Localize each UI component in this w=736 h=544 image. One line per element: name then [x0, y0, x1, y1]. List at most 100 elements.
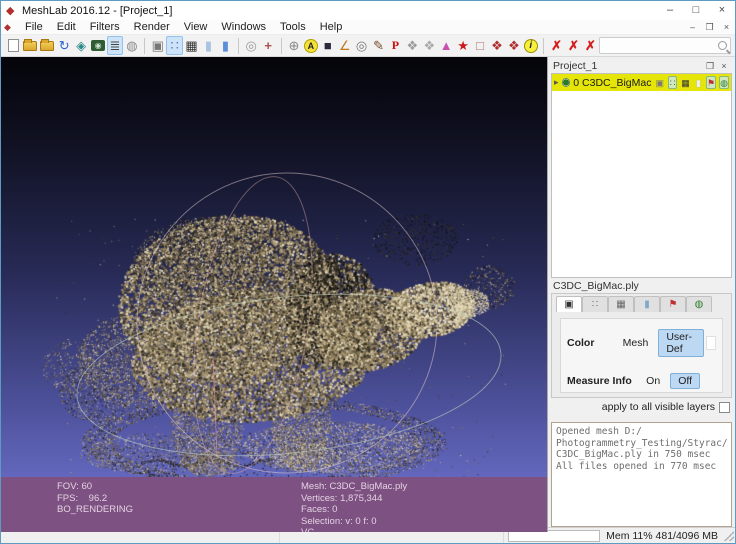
mdi-window-buttons: – ❐ × — [684, 21, 735, 34]
layer-index: 0 — [573, 76, 580, 89]
color-userdef-button[interactable]: User-Def — [658, 329, 704, 357]
project-panel-header: Project_1 ❐ × — [551, 59, 732, 73]
color-setting-row: Color Mesh User-Def — [567, 329, 716, 357]
apply-all-layers-checkbox[interactable] — [719, 401, 730, 413]
new-project-icon[interactable] — [5, 36, 22, 55]
referencing-icon[interactable]: ★ — [455, 36, 472, 55]
search-icon — [718, 41, 728, 50]
tab-bbox[interactable]: ▣ — [556, 296, 582, 313]
main-toolbar: ↻ ◈ ◉ ≣ ◍ ▣ ∷ ▦ ▮ ▮ ◎ + ⊕ A ■ ∠ ◎ ✎ P ❖ … — [1, 35, 735, 57]
apply-all-layers-row: apply to all visible layers — [551, 398, 732, 416]
point-cloud-canvas[interactable] — [1, 57, 547, 532]
point-picking-icon[interactable]: ◎ — [353, 36, 370, 55]
zpainting-icon[interactable]: ✎ — [370, 36, 387, 55]
minimize-button[interactable]: – — [657, 2, 683, 20]
filter-search-input[interactable] — [598, 37, 732, 54]
measure-on-button[interactable]: On — [638, 373, 668, 389]
memory-usage-label: Mem 11% 481/4096 MB — [606, 529, 718, 542]
mdi-restore-button[interactable]: ❐ — [701, 21, 718, 34]
mdi-child-icon: ◆ — [4, 22, 11, 32]
light-icon[interactable]: A — [302, 36, 319, 55]
layer-color-toggle[interactable]: ⚑ — [706, 76, 717, 89]
import-mesh-icon[interactable] — [39, 36, 56, 55]
tab-wireframe[interactable]: ▦ — [608, 296, 634, 313]
measure-off-button[interactable]: Off — [670, 373, 700, 389]
axes-icon[interactable]: + — [260, 36, 277, 55]
color-swatch[interactable] — [705, 336, 716, 350]
info-icon[interactable]: i — [522, 36, 539, 55]
close-panel-icon[interactable]: × — [718, 61, 730, 71]
trackball-icon[interactable]: ⊕ — [285, 36, 302, 55]
manipulator-icon[interactable]: ❖ — [421, 36, 438, 55]
pickpoints-icon[interactable]: P — [387, 36, 404, 55]
color-mesh-button[interactable]: Mesh — [615, 335, 657, 351]
menu-view[interactable]: View — [177, 21, 215, 33]
layer-points-toggle[interactable]: ∷ — [668, 76, 678, 89]
delete-raster-icon[interactable]: ✗ — [582, 36, 599, 55]
layer-wireframe-toggle[interactable]: ▦ — [680, 76, 691, 89]
delete-current-mesh-icon[interactable]: ✗ — [548, 36, 565, 55]
mdi-minimize-button[interactable]: – — [684, 21, 701, 34]
tab-texture[interactable]: ◍ — [686, 296, 712, 313]
raster-mode-icon[interactable]: ◍ — [123, 36, 140, 55]
resize-grip-icon[interactable] — [724, 530, 734, 541]
title-bar: ◆ MeshLab 2016.12 - [Project_1] – □ × — [1, 1, 735, 20]
window-title: MeshLab 2016.12 - [Project_1] — [22, 4, 173, 17]
info-shape: i — [523, 38, 538, 53]
menu-file[interactable]: File — [18, 21, 50, 33]
flat-render-icon[interactable]: ▮ — [200, 36, 217, 55]
log-line: All files opened in 770 msec — [556, 460, 717, 472]
close-button[interactable]: × — [709, 2, 735, 20]
render-properties-body: Color Mesh User-Def Measure Info On Off — [551, 312, 732, 398]
wireframe-render-icon[interactable]: ▦ — [183, 36, 200, 55]
menu-tools[interactable]: Tools — [273, 21, 313, 33]
menu-render[interactable]: Render — [127, 21, 177, 33]
menu-help[interactable]: Help — [313, 21, 350, 33]
expand-chevron-icon[interactable]: ▸ — [554, 77, 559, 88]
pp-shape: P — [391, 38, 400, 52]
folder-shape — [23, 38, 38, 51]
render-properties-inner: Color Mesh User-Def Measure Info On Off — [560, 318, 723, 393]
snapshot-icon[interactable]: ◉ — [90, 36, 107, 55]
visibility-eye-icon[interactable] — [561, 78, 571, 87]
select-vertices-icon[interactable]: ❖ — [505, 36, 522, 55]
backface-icon[interactable]: ■ — [319, 36, 336, 55]
delete-all-meshes-icon[interactable]: ✗ — [565, 36, 582, 55]
tab-solid[interactable]: ▮ — [634, 296, 660, 313]
menu-filters[interactable]: Filters — [83, 21, 127, 33]
layer-list: ▸ 0 C3DC_BigMac ▣ ∷ ▦ ▮ ⚑ ◍ — [551, 73, 732, 278]
layer-bbox-toggle[interactable]: ▣ — [654, 76, 665, 89]
open-project-icon[interactable] — [22, 36, 39, 55]
vertex-select-icon[interactable]: ❖ — [404, 36, 421, 55]
maximize-button[interactable]: □ — [683, 2, 709, 20]
menu-edit[interactable]: Edit — [50, 21, 83, 33]
layer-row-c3dc-bigmac[interactable]: ▸ 0 C3DC_BigMac ▣ ∷ ▦ ▮ ⚑ ◍ — [552, 74, 731, 91]
points-render-icon[interactable]: ∷ — [166, 36, 184, 55]
toolbar-separator — [237, 37, 239, 54]
texture-icon[interactable]: ◎ — [243, 36, 260, 55]
export-mesh-icon[interactable]: ◈ — [73, 36, 90, 55]
page-shape — [7, 39, 19, 52]
align-icon[interactable]: ▲ — [438, 36, 455, 55]
meshlab-logo-icon: ◆ — [6, 4, 15, 17]
select-rect-icon[interactable]: □ — [472, 36, 489, 55]
bbox-render-icon[interactable]: ▣ — [149, 36, 166, 55]
layer-flat-toggle[interactable]: ▮ — [694, 76, 703, 89]
tab-color[interactable]: ⚑ — [660, 296, 686, 313]
float-panel-icon[interactable]: ❐ — [704, 61, 716, 72]
viewport-hud-bar: FOV: 60 FPS: 96.2 BO_RENDERING Mesh: C3D… — [1, 477, 547, 532]
menu-windows[interactable]: Windows — [214, 21, 273, 33]
smooth-render-icon[interactable]: ▮ — [217, 36, 234, 55]
light-shape: A — [303, 38, 318, 53]
reload-icon[interactable]: ↻ — [56, 36, 73, 55]
gl-viewport[interactable]: FOV: 60 FPS: 96.2 BO_RENDERING Mesh: C3D… — [1, 57, 548, 532]
toolbar-separator — [144, 37, 146, 54]
show-layer-dialog-icon[interactable]: ≣ — [106, 36, 124, 55]
tab-points[interactable]: ∷ — [582, 296, 608, 313]
hud-mesh-stats: Mesh: C3DC_BigMac.ply Vertices: 1,875,34… — [301, 481, 408, 532]
mdi-close-button[interactable]: × — [718, 21, 735, 34]
measure-tool-icon[interactable]: ∠ — [336, 36, 353, 55]
measure-setting-row: Measure Info On Off — [567, 373, 716, 389]
layer-texture-toggle[interactable]: ◍ — [719, 76, 729, 89]
select-faces-icon[interactable]: ❖ — [489, 36, 506, 55]
